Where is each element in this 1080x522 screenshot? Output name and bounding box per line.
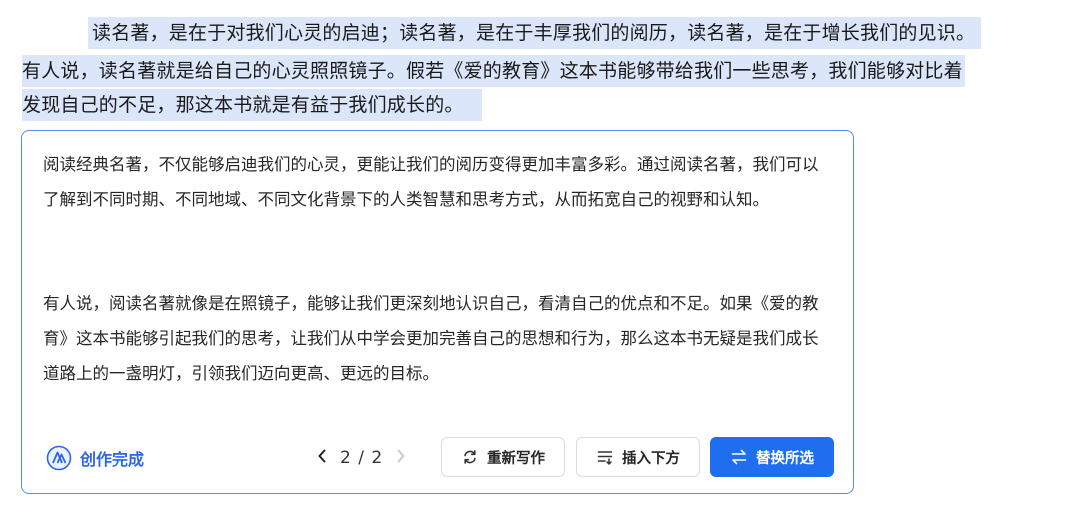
selected-text-line[interactable]: 有人说，读名著就是给自己的心灵照照镜子。假若《爱的教育》这本书能够带给我们一些思…: [22, 55, 965, 87]
insert-below-label: 插入下方: [622, 450, 680, 467]
status-indicator: 创作完成: [46, 445, 144, 471]
chevron-right-icon[interactable]: [393, 448, 409, 468]
refresh-icon: [464, 450, 476, 464]
chevron-left-icon[interactable]: [314, 448, 330, 468]
result-pager: 2 / 2: [314, 448, 409, 468]
page-indicator: 2 / 2: [340, 448, 384, 468]
generated-paragraph: 有人说，阅读名著就像是在照镜子，能够让我们更深刻地认识自己，看清自己的优点和不足…: [43, 294, 819, 383]
insert-below-icon: [597, 451, 613, 465]
status-label: 创作完成: [80, 450, 145, 469]
rewrite-label: 重新写作: [487, 450, 545, 467]
replace-selection-label: 替换所选: [756, 450, 814, 467]
insert-below-button[interactable]: 插入下方: [576, 437, 700, 477]
ai-writing-result-panel: 阅读经典名著，不仅能够启迪我们的心灵，更能让我们的阅历变得更加丰富多彩。通过阅读…: [21, 130, 854, 494]
replace-selection-button[interactable]: 替换所选: [710, 437, 834, 477]
selected-text-line[interactable]: 发现自己的不足，那这本书就是有益于我们成长的。: [22, 89, 482, 121]
ai-logo-icon: [46, 445, 72, 471]
panel-footer: 创作完成 2 / 2 重新写作 插入下方 替换所选: [22, 437, 853, 481]
selected-text-line[interactable]: 读名著，是在于对我们心灵的启迪；读名著，是在于丰厚我们的阅历，读名著，是在于增长…: [88, 17, 982, 49]
rewrite-button[interactable]: 重新写作: [441, 437, 565, 477]
swap-icon: [731, 449, 747, 465]
generated-paragraph: 阅读经典名著，不仅能够启迪我们的心灵，更能让我们的阅历变得更加丰富多彩。通过阅读…: [43, 155, 819, 209]
